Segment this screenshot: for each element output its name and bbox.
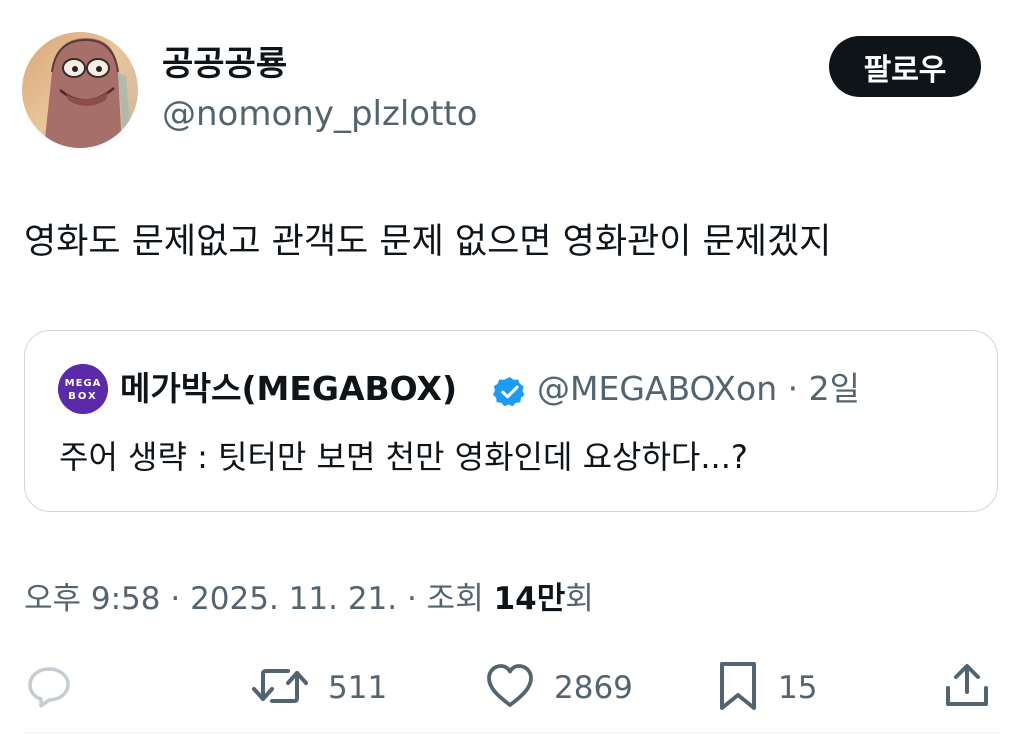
bookmark-button[interactable]: 15 (716, 660, 817, 716)
retweet-icon (250, 661, 310, 715)
view-count-suffix: 회 (565, 581, 594, 617)
megabox-avatar-line-2: BOX (68, 391, 97, 402)
tweet-meta: 오후 9:58 · 2025. 11. 21. · 조회 14만회 (24, 578, 594, 620)
tweet-timestamp[interactable]: 오후 9:58 · 2025. 11. 21. · 조회 (24, 581, 494, 617)
share-button[interactable] (942, 660, 992, 716)
like-count: 2869 (554, 670, 633, 706)
follow-button[interactable]: 팔로우 (829, 36, 981, 97)
retweet-count: 511 (328, 670, 388, 706)
quote-display-name[interactable]: 메가박스(MEGABOX) (120, 369, 457, 409)
quote-text: 주어 생략 : 팃터만 보면 천만 영화인데 요상하다...? (59, 438, 748, 476)
verified-badge-icon (493, 375, 527, 409)
retweet-button[interactable]: 511 (250, 660, 387, 716)
divider (24, 732, 1000, 733)
view-count: 14만 (493, 581, 566, 617)
reply-icon (24, 661, 74, 715)
bookmark-count: 15 (778, 670, 818, 706)
heart-icon (484, 661, 536, 715)
bookmark-icon (716, 660, 760, 716)
like-button[interactable]: 2869 (484, 660, 633, 716)
quote-handle-time[interactable]: @MEGABOXon · 2일 (537, 369, 860, 409)
tweet-text: 영화도 문제없고 관객도 문제 없으면 영화관이 문제겠지 (24, 222, 832, 262)
author-handle[interactable]: @nomony_plzlotto (162, 93, 478, 135)
megabox-avatar-line-1: MEGA (65, 378, 102, 389)
author-display-name[interactable]: 공공공룡 (162, 44, 287, 84)
reply-button[interactable] (24, 660, 74, 716)
megabox-avatar[interactable]: MEGA BOX (58, 364, 108, 414)
author-avatar[interactable] (22, 32, 138, 148)
share-icon (942, 661, 992, 715)
quoted-tweet-card[interactable]: MEGA BOX 메가박스(MEGABOX) @MEGABOXon · 2일 주… (24, 330, 998, 512)
